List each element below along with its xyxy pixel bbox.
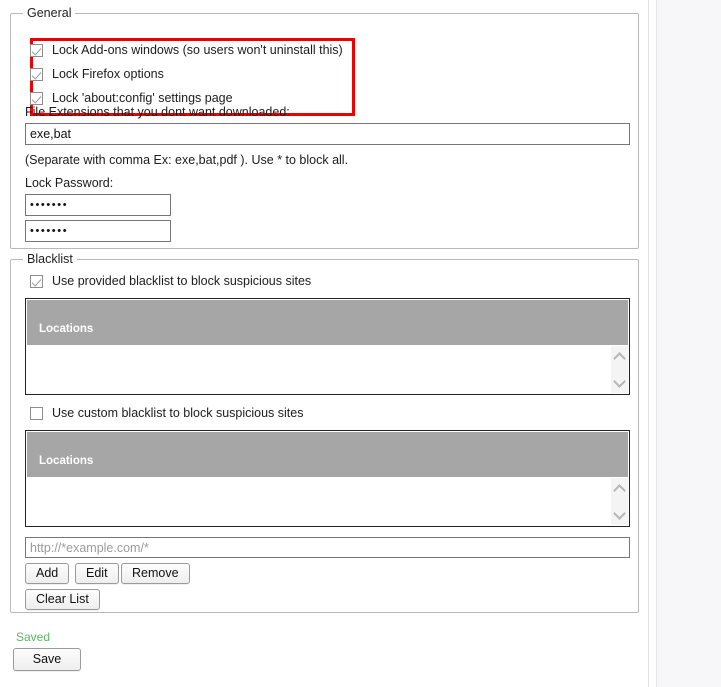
checkbox-use-provided-blacklist[interactable]: Use provided blacklist to block suspicio… [30, 274, 311, 288]
file-extensions-label: File Extensions that you dont want downl… [25, 105, 290, 119]
provided-blacklist-rows[interactable] [27, 346, 628, 393]
lock-password-confirm-input[interactable] [25, 220, 171, 242]
chevron-down-icon[interactable] [613, 376, 626, 389]
options-page: General Lock Add-ons windows (so users w… [0, 0, 721, 687]
edit-button[interactable]: Edit [75, 563, 119, 584]
file-extensions-hint: (Separate with comma Ex: exe,bat,pdf ). … [25, 153, 349, 167]
provided-blacklist-column-header: Locations [27, 300, 628, 345]
page-scroll-gutter[interactable] [656, 0, 721, 687]
provided-blacklist-listbox[interactable]: Locations [25, 298, 630, 395]
lock-password-label: Lock Password: [25, 176, 114, 190]
file-extensions-input[interactable] [25, 123, 630, 145]
remove-button[interactable]: Remove [121, 563, 190, 584]
checkbox-lock-aboutconfig-label: Lock 'about:config' settings page [52, 91, 233, 105]
checkbox-lock-aboutconfig-box[interactable] [30, 91, 43, 105]
checkbox-lock-aboutconfig[interactable]: Lock 'about:config' settings page [30, 91, 233, 105]
chevron-down-icon[interactable] [613, 508, 626, 521]
lock-password-input[interactable] [25, 194, 171, 216]
blacklist-group: Blacklist Use provided blacklist to bloc… [10, 252, 639, 613]
checkbox-use-custom-blacklist-box[interactable] [30, 406, 43, 420]
add-button[interactable]: Add [25, 563, 70, 584]
custom-blacklist-scrollbar[interactable] [611, 478, 628, 525]
checkbox-lock-firefox-options[interactable]: Lock Firefox options [30, 67, 164, 81]
checkbox-use-custom-blacklist[interactable]: Use custom blacklist to block suspicious… [30, 406, 303, 420]
checkbox-use-provided-blacklist-label: Use provided blacklist to block suspicio… [52, 274, 312, 288]
checkbox-use-provided-blacklist-box[interactable] [30, 274, 43, 288]
save-button[interactable]: Save [13, 648, 81, 671]
custom-blacklist-column-header: Locations [27, 432, 628, 477]
checkbox-lock-firefox-options-box[interactable] [30, 67, 43, 81]
custom-blacklist-listbox[interactable]: Locations [25, 430, 630, 527]
checkbox-lock-addons-windows-box[interactable] [30, 43, 43, 57]
checkbox-lock-firefox-options-label: Lock Firefox options [52, 67, 164, 81]
save-status-text: Saved [16, 630, 51, 644]
blacklist-url-input[interactable] [25, 537, 630, 558]
chevron-up-icon[interactable] [613, 350, 626, 363]
provided-blacklist-scrollbar[interactable] [611, 346, 628, 393]
general-group-legend: General [23, 6, 76, 20]
blacklist-group-legend: Blacklist [23, 252, 77, 266]
custom-blacklist-rows[interactable] [27, 478, 628, 525]
checkbox-use-custom-blacklist-label: Use custom blacklist to block suspicious… [52, 406, 304, 420]
content-divider [648, 0, 649, 687]
checkbox-lock-addons-windows[interactable]: Lock Add-ons windows (so users won't uni… [30, 43, 343, 57]
clear-list-button[interactable]: Clear List [25, 589, 100, 610]
chevron-up-icon[interactable] [613, 482, 626, 495]
options-content: General Lock Add-ons windows (so users w… [0, 0, 648, 687]
general-group: General Lock Add-ons windows (so users w… [10, 6, 639, 249]
checkbox-lock-addons-windows-label: Lock Add-ons windows (so users won't uni… [52, 43, 343, 57]
